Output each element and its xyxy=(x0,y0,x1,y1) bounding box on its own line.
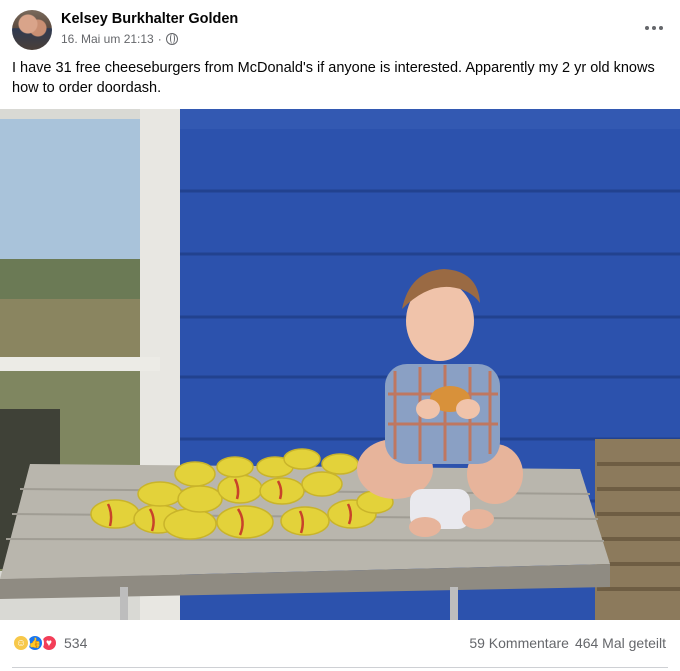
facebook-post: Kelsey Burkhalter Golden 16. Mai um 21:1… xyxy=(0,0,680,671)
more-options-icon[interactable] xyxy=(642,18,666,38)
post-date[interactable]: 16. Mai um 21:13 xyxy=(61,32,154,46)
post-stats: 59 Kommentare 464 Mal geteilt xyxy=(469,635,666,651)
more-dot xyxy=(645,26,649,30)
globe-icon[interactable] xyxy=(165,33,178,45)
post-footer: ☺ 👍 ♥ 534 59 Kommentare 464 Mal geteilt xyxy=(0,620,680,671)
footer-divider xyxy=(12,667,668,668)
haha-reaction-icon: ☺ xyxy=(12,634,30,652)
shares-count-link[interactable]: 464 Mal geteilt xyxy=(575,635,666,651)
more-dot xyxy=(659,26,663,30)
author-name[interactable]: Kelsey Burkhalter Golden xyxy=(61,11,238,27)
author-avatar[interactable] xyxy=(12,10,52,50)
post-text: I have 31 free cheeseburgers from McDona… xyxy=(12,60,655,96)
reaction-count: 534 xyxy=(64,635,88,651)
wooden-bench xyxy=(595,439,680,620)
more-dot xyxy=(652,26,656,30)
post-photo[interactable] xyxy=(0,109,680,620)
meta-separator: · xyxy=(157,32,162,46)
reactions-summary[interactable]: ☺ 👍 ♥ 534 xyxy=(12,634,87,652)
post-meta: 16. Mai um 21:13 · xyxy=(61,32,178,46)
photo-illustration xyxy=(0,109,680,620)
comments-count-link[interactable]: 59 Kommentare xyxy=(469,635,569,651)
post-header: Kelsey Burkhalter Golden 16. Mai um 21:1… xyxy=(12,8,668,50)
